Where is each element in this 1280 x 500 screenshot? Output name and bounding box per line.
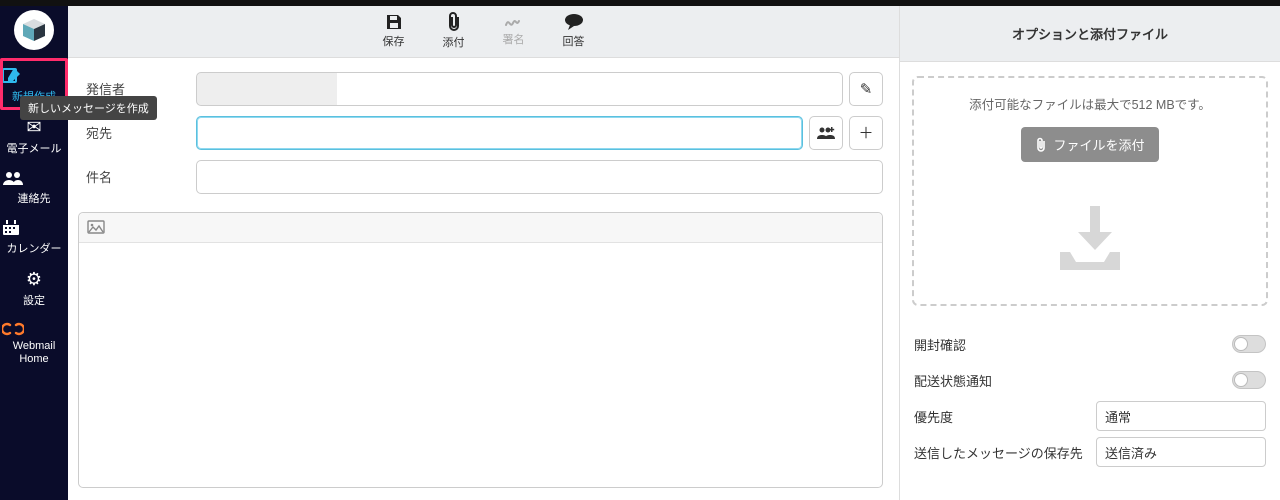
gear-icon: ⚙ [2,270,66,288]
add-field-button[interactable]: ＋ [849,116,883,150]
toolbar-label: 署名 [503,31,525,47]
editor-toolbar [79,213,882,243]
sidebar-item-webmail-home[interactable]: Webmail Home [0,314,68,371]
calendar-icon [2,220,66,236]
toolbar-label: 保存 [383,33,405,49]
save-icon [385,13,403,31]
add-contact-button[interactable] [809,116,843,150]
opt-delivery-status-label: 配送状態通知 [914,371,992,390]
opt-read-receipt-label: 開封確認 [914,335,966,354]
attach-file-label: ファイルを添付 [1053,135,1144,154]
options-title: オプションと添付ファイル [900,6,1280,62]
cpanel-icon [2,322,66,336]
to-input[interactable] [196,116,803,150]
priority-select[interactable]: 通常 [1096,401,1266,431]
signature-icon [504,15,524,29]
signature-button[interactable]: 署名 [496,15,532,47]
paperclip-icon [1035,137,1047,152]
opt-delivery-status-row: 配送状態通知 [914,362,1266,398]
options-panel: オプションと添付ファイル 添付可能なファイルは最大で512 MBです。 ファイル… [900,6,1280,500]
save-sent-select[interactable]: 送信済み [1096,437,1266,467]
save-sent-value: 送信済み [1105,443,1157,462]
subject-input[interactable] [196,160,883,194]
compose-form: 発信者 ✎ 宛先 [68,58,899,212]
users-icon [2,170,66,186]
read-receipt-toggle[interactable] [1232,335,1266,353]
from-row: 発信者 ✎ [76,72,883,106]
subject-row: 件名 [76,160,883,194]
sidebar-item-label: 連絡先 [2,190,66,206]
compose-tooltip: 新しいメッセージを作成 [20,96,157,120]
opt-priority-row: 優先度 通常 [914,398,1266,434]
sidebar-item-contacts[interactable]: 連絡先 [0,162,68,212]
delivery-status-toggle[interactable] [1232,371,1266,389]
save-button[interactable]: 保存 [376,13,412,49]
editor-body[interactable] [79,243,882,487]
max-size-hint: 添付可能なファイルは最大で512 MBです。 [969,94,1211,113]
sidebar: 新規作成 新しいメッセージを作成 ✉ 電子メール 連絡先 カレンダー ⚙ 設定 [0,6,68,500]
plus-icon: ＋ [858,122,873,143]
app-logo[interactable] [14,10,54,50]
cube-icon [21,19,47,41]
sidebar-item-label: 設定 [2,292,66,308]
download-tray-icon [1055,206,1125,272]
add-users-icon [817,126,835,140]
compose-toolbar: 保存 添付 署名 回答 [68,6,899,58]
sidebar-item-calendar[interactable]: カレンダー [0,212,68,262]
paperclip-icon [446,12,462,32]
from-input[interactable] [196,72,843,106]
compose-icon [2,66,66,84]
opt-priority-label: 優先度 [914,407,953,426]
speech-bubble-icon [564,13,584,31]
compose-pane: 保存 添付 署名 回答 発信 [68,6,900,500]
priority-value: 通常 [1105,407,1131,426]
reply-button[interactable]: 回答 [556,13,592,49]
opt-read-receipt-row: 開封確認 [914,326,1266,362]
sidebar-item-label: Webmail Home [2,340,66,365]
envelope-icon: ✉ [2,118,66,136]
attach-file-button[interactable]: ファイルを添付 [1021,127,1158,162]
attach-button[interactable]: 添付 [436,12,472,50]
main-layout: 新規作成 新しいメッセージを作成 ✉ 電子メール 連絡先 カレンダー ⚙ 設定 [0,6,1280,500]
sidebar-item-label: カレンダー [2,240,66,256]
sidebar-item-settings[interactable]: ⚙ 設定 [0,262,68,314]
sidebar-item-compose[interactable]: 新規作成 新しいメッセージを作成 [0,58,68,110]
attachment-dropzone[interactable]: 添付可能なファイルは最大で512 MBです。 ファイルを添付 [912,76,1268,306]
editor [78,212,883,488]
pencil-icon: ✎ [860,80,873,98]
toolbar-label: 回答 [563,33,585,49]
opt-save-sent-row: 送信したメッセージの保存先 送信済み [914,434,1266,470]
to-row: 宛先 ＋ [76,116,883,150]
insert-image-button[interactable] [87,220,105,234]
to-label: 宛先 [76,123,196,142]
subject-label: 件名 [76,167,196,186]
toolbar-label: 添付 [443,34,465,50]
send-options: 開封確認 配送状態通知 優先度 通常 送信したメッセージの保存先 送信済み [900,326,1280,470]
opt-save-sent-label: 送信したメッセージの保存先 [914,443,1083,462]
sidebar-item-label: 電子メール [2,140,66,156]
edit-from-button[interactable]: ✎ [849,72,883,106]
